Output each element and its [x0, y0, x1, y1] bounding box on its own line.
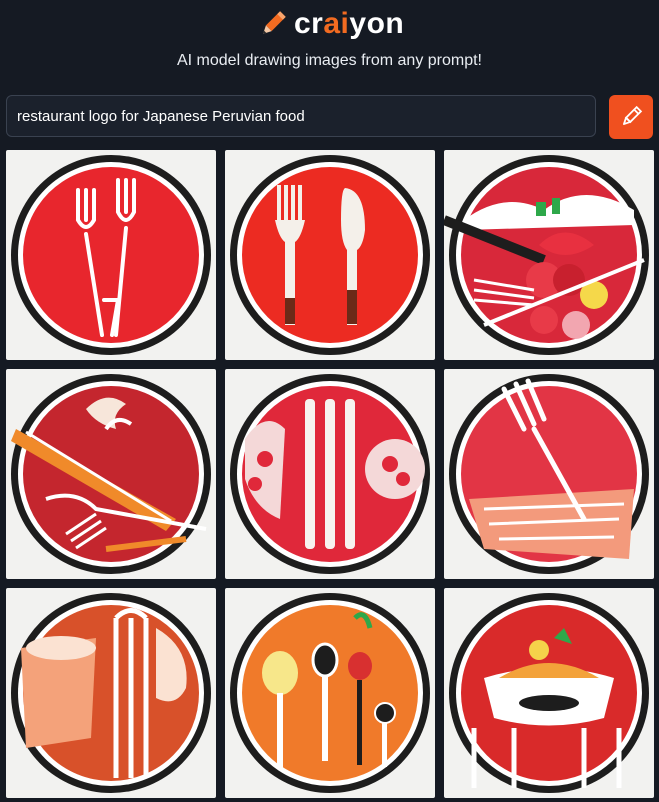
subtitle: AI model drawing images from any prompt! — [176, 52, 482, 69]
draw-button[interactable] — [609, 95, 653, 139]
image-2-art — [230, 155, 430, 355]
generated-image-6[interactable] — [444, 369, 654, 579]
pencil-icon — [623, 105, 643, 125]
generated-image-5[interactable] — [225, 369, 435, 579]
image-7-art — [11, 593, 211, 793]
image-1-art — [11, 155, 211, 355]
generated-image-1[interactable] — [6, 150, 216, 360]
prompt-input[interactable]: restaurant logo for Japanese Peruvian fo… — [6, 95, 596, 137]
image-9-art — [449, 593, 649, 793]
image-5-art — [230, 374, 430, 574]
generated-image-4[interactable] — [6, 369, 216, 579]
image-4-art — [11, 374, 211, 574]
craiyon-logo[interactable]: craiyon — [258, 4, 404, 44]
header: craiyon AI model drawing images from any… — [0, 0, 659, 88]
generated-image-3[interactable] — [444, 150, 654, 360]
image-6-art — [449, 374, 649, 574]
generated-image-2[interactable] — [225, 150, 435, 360]
image-3-art — [444, 155, 649, 355]
generated-image-7[interactable] — [6, 588, 216, 798]
generated-image-8[interactable] — [225, 588, 435, 798]
pencil-logo-icon — [263, 11, 286, 34]
image-8-art — [230, 593, 430, 793]
brand-name: craiyon — [294, 7, 405, 40]
generated-image-9[interactable] — [444, 588, 654, 798]
